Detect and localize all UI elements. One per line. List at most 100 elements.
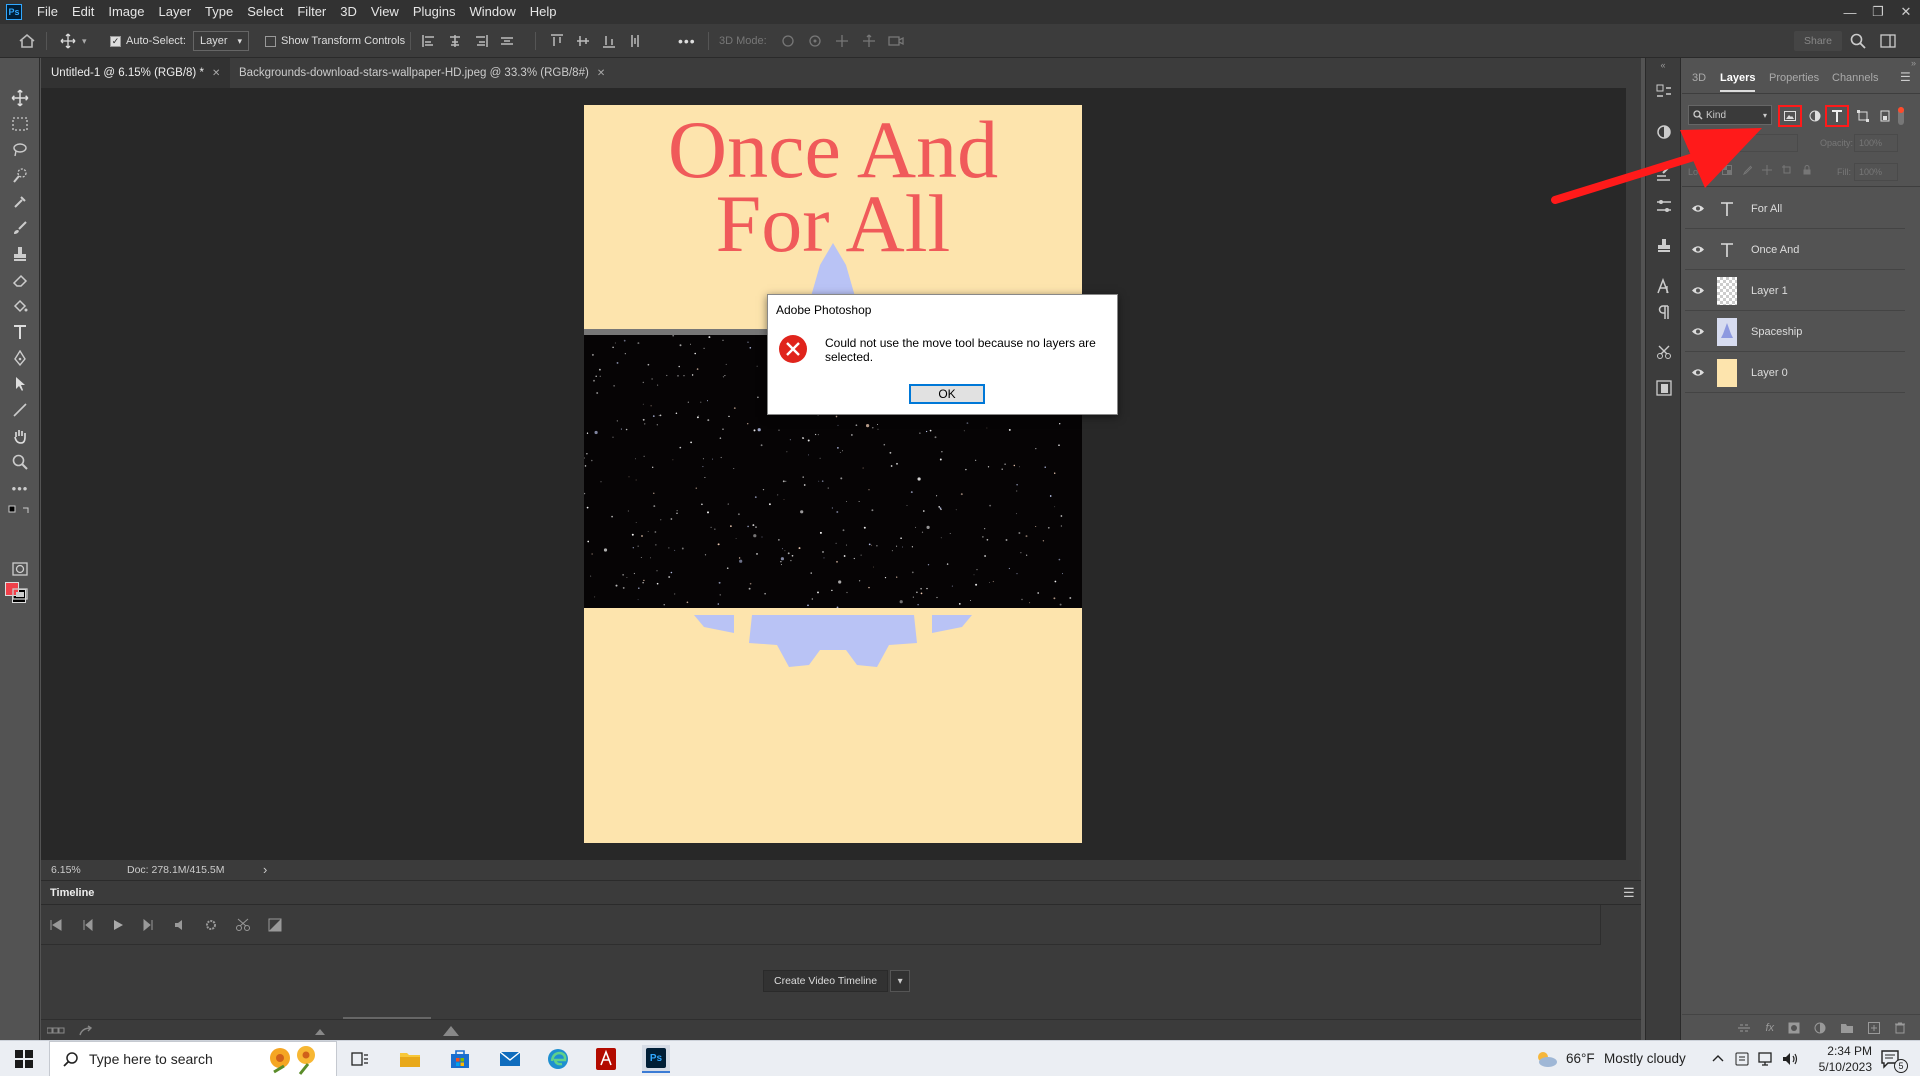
- clock-date[interactable]: 5/10/2023: [1804, 1060, 1872, 1074]
- transition-icon[interactable]: [268, 918, 282, 932]
- timeline-dropdown-button[interactable]: ▾: [890, 970, 911, 992]
- taskbar-search-box[interactable]: Type here to search: [49, 1041, 337, 1076]
- lock-artboard-icon[interactable]: [1782, 165, 1792, 175]
- volume-icon[interactable]: [1782, 1051, 1800, 1067]
- layer-mask-icon[interactable]: [1788, 1022, 1800, 1034]
- menu-3d[interactable]: 3D: [333, 0, 364, 24]
- filter-shape-layers-icon[interactable]: [1857, 110, 1869, 122]
- eyedropper-tool-icon[interactable]: [8, 191, 32, 213]
- menu-edit[interactable]: Edit: [65, 0, 101, 24]
- eye-visibility-icon[interactable]: [1689, 245, 1707, 254]
- search-icon[interactable]: [1850, 24, 1866, 58]
- menu-view[interactable]: View: [364, 0, 406, 24]
- timeline-menu-icon[interactable]: ☰: [1623, 885, 1635, 901]
- filter-smart-objects-icon[interactable]: [1879, 110, 1891, 122]
- link-layers-icon[interactable]: [1737, 1023, 1751, 1033]
- quick-selection-tool-icon[interactable]: [8, 165, 32, 187]
- eye-visibility-icon[interactable]: [1689, 286, 1707, 295]
- render-video-icon[interactable]: [79, 1025, 93, 1037]
- close-tab-icon[interactable]: ✕: [212, 68, 220, 79]
- paint-bucket-tool-icon[interactable]: [8, 295, 32, 317]
- audio-icon[interactable]: [173, 919, 187, 931]
- 3d-pan-icon[interactable]: [834, 34, 850, 48]
- marquee-tool-icon[interactable]: [8, 113, 32, 135]
- workspace-icon[interactable]: [1880, 24, 1896, 58]
- windows-start-icon[interactable]: [10, 1045, 38, 1073]
- edit-toolbar-icon[interactable]: •••: [8, 477, 32, 499]
- screen-mode-icon[interactable]: [8, 584, 32, 606]
- clock-time[interactable]: 2:34 PM: [1812, 1044, 1872, 1058]
- menu-help[interactable]: Help: [523, 0, 564, 24]
- align-middle-icon[interactable]: [576, 34, 590, 48]
- character-icon[interactable]: [1656, 278, 1672, 294]
- edge-browser-icon[interactable]: [544, 1045, 572, 1073]
- align-right-icon[interactable]: [474, 34, 488, 48]
- align-bottom-icon[interactable]: [602, 34, 616, 48]
- tool-options-icon[interactable]: [1656, 344, 1672, 360]
- menu-window[interactable]: Window: [462, 0, 522, 24]
- share-button[interactable]: Share: [1794, 31, 1843, 51]
- collapse-icon[interactable]: «: [1646, 60, 1680, 70]
- filter-adjustment-layers-icon[interactable]: [1809, 110, 1821, 122]
- quick-mask-icon[interactable]: [8, 558, 32, 580]
- home-icon[interactable]: [18, 24, 36, 58]
- zoom-out-mountain-icon[interactable]: [315, 1027, 325, 1035]
- new-layer-icon[interactable]: [1868, 1021, 1880, 1034]
- close-tab-icon[interactable]: ✕: [597, 68, 605, 79]
- menu-image[interactable]: Image: [101, 0, 151, 24]
- more-options-button[interactable]: •••: [678, 24, 696, 58]
- path-selection-tool-icon[interactable]: [8, 373, 32, 395]
- auto-select-dropdown[interactable]: Layer ▾: [193, 31, 250, 51]
- play-icon[interactable]: [111, 919, 125, 931]
- auto-select-checkbox[interactable]: ✓ Auto-Select:: [110, 24, 186, 58]
- menu-filter[interactable]: Filter: [290, 0, 333, 24]
- clone-source-icon[interactable]: [1656, 238, 1672, 254]
- menu-layer[interactable]: Layer: [152, 0, 199, 24]
- onedrive-icon[interactable]: [1734, 1051, 1750, 1067]
- eraser-tool-icon[interactable]: [8, 269, 32, 291]
- chevron-up-icon[interactable]: [1712, 1054, 1724, 1062]
- menu-plugins[interactable]: Plugins: [406, 0, 463, 24]
- split-scissors-icon[interactable]: [235, 918, 251, 932]
- document-canvas[interactable]: Once And For All: [584, 105, 1082, 843]
- history-icon[interactable]: [1656, 84, 1672, 100]
- mail-icon[interactable]: [496, 1045, 524, 1073]
- filter-toggle[interactable]: [1898, 107, 1904, 125]
- menu-file[interactable]: File: [30, 0, 65, 24]
- brush-tool-icon[interactable]: [8, 217, 32, 239]
- tab-untitled-1[interactable]: Untitled-1 @ 6.15% (RGB/8) * ✕: [41, 58, 231, 88]
- frame-animation-icon[interactable]: [47, 1026, 65, 1036]
- distribute-vertical-icon[interactable]: [628, 34, 642, 48]
- eye-visibility-icon[interactable]: [1689, 368, 1707, 377]
- 3d-camera-icon[interactable]: [888, 34, 904, 48]
- fx-icon[interactable]: fx: [1765, 1022, 1774, 1034]
- panel-menu-icon[interactable]: ☰: [1900, 70, 1911, 84]
- line-tool-icon[interactable]: [8, 399, 32, 421]
- fill-field[interactable]: 100%: [1854, 163, 1898, 181]
- settings-gear-icon[interactable]: [204, 918, 218, 932]
- paragraph-icon[interactable]: [1656, 304, 1672, 320]
- pen-tool-icon[interactable]: [8, 347, 32, 369]
- move-tool-icon[interactable]: [8, 87, 32, 109]
- distribute-horizontal-icon[interactable]: [500, 34, 514, 48]
- hand-tool-icon[interactable]: [8, 425, 32, 447]
- timeline-zoom-slider[interactable]: [343, 1017, 431, 1019]
- minimize-button[interactable]: —: [1836, 0, 1864, 24]
- panel-collapse-icon[interactable]: »: [1682, 58, 1920, 72]
- weather-desc[interactable]: Mostly cloudy: [1604, 1051, 1686, 1066]
- new-adjustment-layer-icon[interactable]: [1814, 1022, 1826, 1034]
- tab-channels[interactable]: Channels: [1832, 72, 1878, 84]
- adobe-acrobat-icon[interactable]: [592, 1045, 620, 1073]
- delete-layer-icon[interactable]: [1894, 1022, 1906, 1034]
- restore-button[interactable]: ❐: [1864, 0, 1892, 24]
- opacity-field[interactable]: 100%: [1854, 134, 1898, 152]
- layer-row-layer-1[interactable]: Layer 1: [1685, 271, 1905, 311]
- microsoft-store-icon[interactable]: [446, 1045, 474, 1073]
- 3d-orbit-icon[interactable]: [780, 34, 796, 48]
- first-frame-icon[interactable]: [49, 919, 63, 931]
- layer-row-spaceship[interactable]: Spaceship: [1685, 312, 1905, 352]
- layer-row-once-and[interactable]: Once And: [1685, 230, 1905, 270]
- network-icon[interactable]: [1758, 1051, 1776, 1067]
- tab-layers[interactable]: Layers: [1720, 72, 1756, 92]
- lasso-tool-icon[interactable]: [8, 139, 32, 161]
